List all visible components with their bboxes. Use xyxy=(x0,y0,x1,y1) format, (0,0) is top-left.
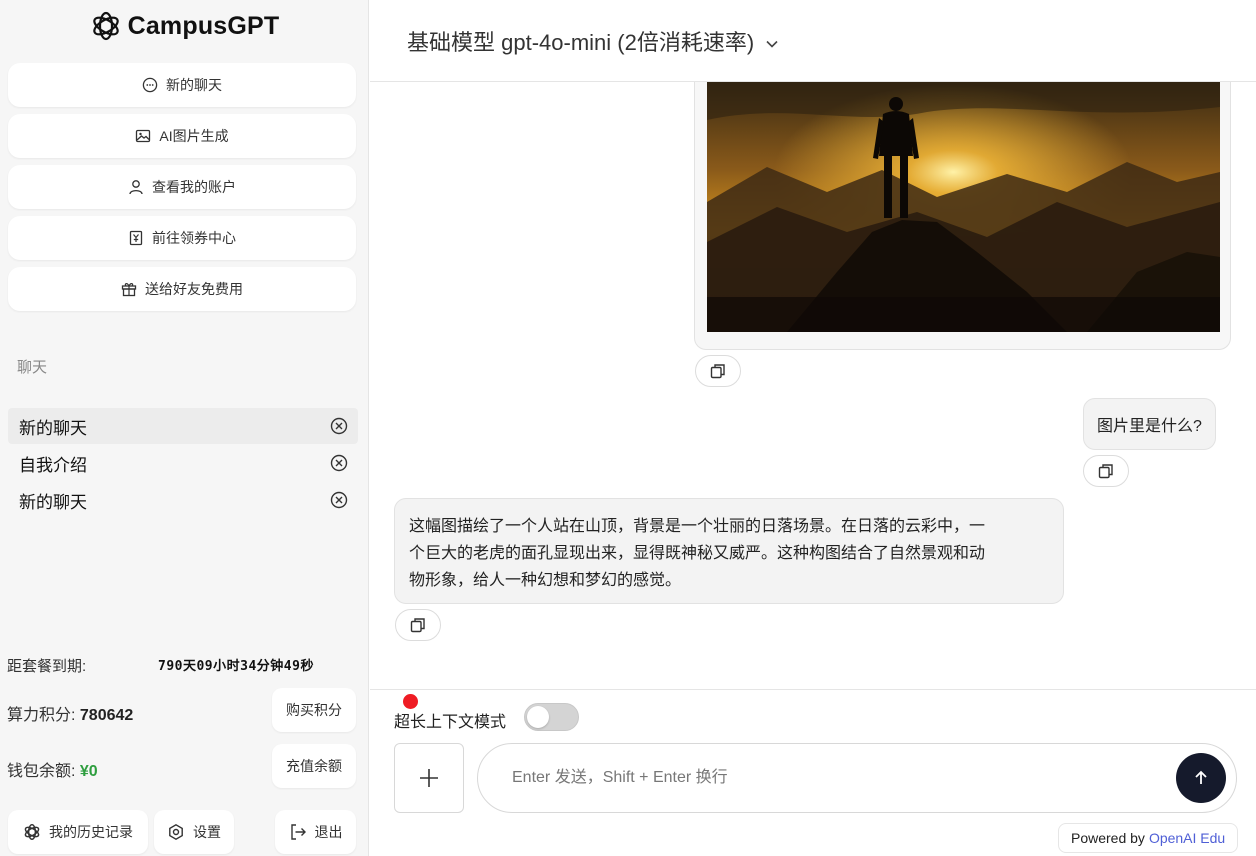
chat-bubble-icon xyxy=(142,77,158,93)
chat-main: 基础模型 gpt-4o-mini (2倍消耗速率) 图片里是什么? 这幅图描绘了… xyxy=(370,0,1256,856)
openai-logo-icon xyxy=(24,823,40,841)
copy-button[interactable] xyxy=(395,609,441,641)
gift-friend-label: 送给好友免费用 xyxy=(145,281,243,297)
image-icon xyxy=(136,129,151,143)
history-label: 我的历史记录 xyxy=(49,824,133,840)
powered-by-label: Powered by xyxy=(1071,830,1145,846)
assistant-message: 这幅图描绘了一个人站在山顶，背景是一个壮丽的日落场景。在日落的云彩中，一 个巨大… xyxy=(394,498,1064,604)
points-value: 780642 xyxy=(79,707,134,724)
new-chat-button[interactable]: 新的聊天 xyxy=(8,63,356,107)
delete-chat-icon[interactable] xyxy=(330,491,348,509)
ai-image-button[interactable]: AI图片生成 xyxy=(8,114,356,158)
ai-image-label: AI图片生成 xyxy=(159,128,229,144)
assistant-line: 个巨大的老虎的面孔显现出来，显得既神秘又威严。这种构图结合了自然景观和动 xyxy=(409,545,986,562)
brand[interactable]: CampusGPT xyxy=(0,8,369,44)
chevron-down-icon xyxy=(766,40,778,48)
openai-logo-icon xyxy=(92,11,119,41)
sidebar: CampusGPT 新的聊天 AI图片生成 查看我的账户 前往领券中心 送给好友… xyxy=(0,0,369,856)
coupon-icon xyxy=(129,230,143,246)
chat-item-title: 自我介绍 xyxy=(19,455,87,475)
powered-by-badge: Powered by OpenAI Edu xyxy=(1058,823,1239,853)
my-account-label: 查看我的账户 xyxy=(152,179,236,195)
points-row: 算力积分: 780642 xyxy=(7,701,133,725)
wallet-label: 钱包余额: xyxy=(7,763,76,780)
attach-button[interactable] xyxy=(394,743,464,813)
composer: 超长上下文模式 Powered by OpenAI Edu xyxy=(370,689,1256,856)
gear-icon xyxy=(169,823,183,841)
model-selector[interactable]: 基础模型 gpt-4o-mini (2倍消耗速率) xyxy=(407,25,780,57)
expire-label: 距套餐到期: xyxy=(7,658,87,675)
buy-points-button[interactable]: 购买积分 xyxy=(272,688,356,732)
gift-friend-button[interactable]: 送给好友免费用 xyxy=(8,267,356,311)
chat-item-title: 新的聊天 xyxy=(19,418,87,438)
brand-name: CampusGPT xyxy=(127,11,280,40)
top-bar: 基础模型 gpt-4o-mini (2倍消耗速率) xyxy=(370,0,1256,82)
points-label: 算力积分: xyxy=(7,707,76,724)
user-message: 图片里是什么? xyxy=(1083,398,1216,450)
chat-item[interactable]: 新的聊天 xyxy=(8,482,358,518)
new-chat-label: 新的聊天 xyxy=(166,77,222,93)
send-button[interactable] xyxy=(1176,753,1226,803)
logout-icon xyxy=(290,824,306,840)
notification-dot xyxy=(403,694,418,709)
toggle-knob xyxy=(527,706,549,728)
powered-by-link[interactable]: OpenAI Edu xyxy=(1149,830,1225,846)
recharge-button[interactable]: 充值余额 xyxy=(272,744,356,788)
settings-button[interactable]: 设置 xyxy=(154,810,234,854)
copy-icon xyxy=(710,364,725,379)
message-input-box xyxy=(477,743,1237,813)
history-button[interactable]: 我的历史记录 xyxy=(8,810,148,854)
plus-icon xyxy=(420,769,438,787)
wallet-value: ¥0 xyxy=(79,763,98,780)
copy-icon xyxy=(1098,464,1113,479)
chat-item[interactable]: 新的聊天 xyxy=(8,408,358,444)
assistant-line: 物形象，给人一种幻想和梦幻的感觉。 xyxy=(409,572,682,589)
model-title: 基础模型 gpt-4o-mini (2倍消耗速率) xyxy=(407,29,755,55)
coupon-center-label: 前往领券中心 xyxy=(152,230,236,246)
message-input[interactable] xyxy=(512,744,1132,812)
chat-item[interactable]: 自我介绍 xyxy=(8,445,358,481)
gift-icon xyxy=(121,283,137,297)
assistant-line: 这幅图描绘了一个人站在山顶，背景是一个壮丽的日落场景。在日落的云彩中，一 xyxy=(409,518,986,535)
logout-button[interactable]: 退出 xyxy=(275,810,356,854)
settings-label: 设置 xyxy=(193,824,221,840)
chat-item-title: 新的聊天 xyxy=(19,492,87,512)
copy-button[interactable] xyxy=(1083,455,1129,487)
coupon-center-button[interactable]: 前往领券中心 xyxy=(8,216,356,260)
copy-button[interactable] xyxy=(695,355,741,387)
image-message xyxy=(694,82,1231,350)
user-icon xyxy=(129,180,143,195)
copy-icon xyxy=(410,618,425,633)
delete-chat-icon[interactable] xyxy=(330,417,348,435)
my-account-button[interactable]: 查看我的账户 xyxy=(8,165,356,209)
context-mode-toggle[interactable] xyxy=(524,703,579,731)
delete-chat-icon[interactable] xyxy=(330,454,348,472)
logout-label: 退出 xyxy=(314,824,343,840)
expire-countdown: 790天09小时34分钟49秒 xyxy=(158,659,314,674)
generated-image[interactable] xyxy=(707,82,1220,332)
arrow-up-icon xyxy=(1195,770,1207,784)
wallet-row: 钱包余额: ¥0 xyxy=(7,757,98,781)
context-mode-label: 超长上下文模式 xyxy=(394,714,507,731)
chat-section-label: 聊天 xyxy=(17,359,48,376)
